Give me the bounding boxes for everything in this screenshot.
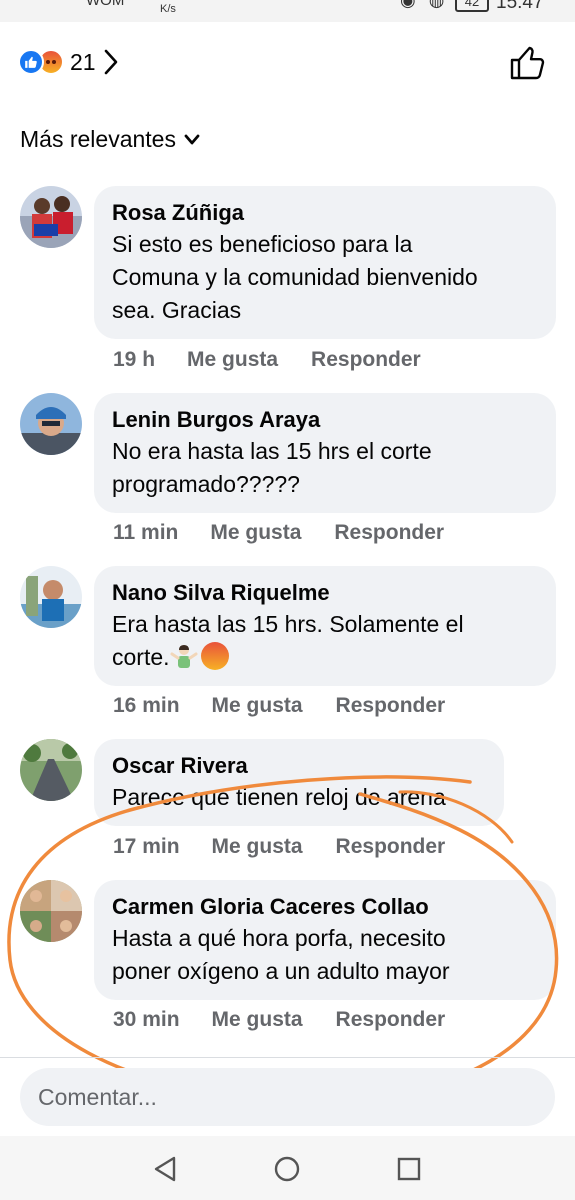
comment-actions: 16 min Me gusta Responder	[113, 694, 445, 718]
home-icon[interactable]	[272, 1154, 302, 1184]
comment-timestamp[interactable]: 11 min	[113, 521, 178, 545]
comment-actions: 30 min Me gusta Responder	[113, 1008, 445, 1032]
comment-text: Hasta a qué hora porfa, necesito poner o…	[112, 922, 538, 988]
status-bar: WOM K/s ◉ ◍ 42 15:47	[0, 0, 575, 22]
comment-line: sea. Gracias	[112, 297, 242, 323]
comment-actions: 19 h Me gusta Responder	[113, 348, 421, 372]
comment-text: Si esto es beneficioso para la Comuna y …	[112, 228, 538, 327]
comment-author[interactable]: Oscar Rivera	[112, 752, 486, 780]
divider	[0, 1057, 575, 1058]
reply-button[interactable]: Responder	[311, 348, 421, 372]
person-shrugging-icon	[170, 645, 198, 668]
comment-text: No era hasta las 15 hrs el corte program…	[112, 435, 538, 501]
like-button[interactable]: Me gusta	[187, 348, 278, 372]
sort-dropdown[interactable]: Más relevantes	[20, 126, 200, 153]
comment-line: No era hasta las 15 hrs el corte	[112, 438, 432, 464]
comment-timestamp[interactable]: 17 min	[113, 835, 180, 859]
comment-text: Era hasta las 15 hrs. Solamente el corte…	[112, 608, 538, 674]
reply-button[interactable]: Responder	[336, 694, 446, 718]
reply-button[interactable]: Responder	[336, 835, 446, 859]
comment-bubble[interactable]: Nano Silva Riquelme Era hasta las 15 hrs…	[94, 566, 556, 686]
recents-icon[interactable]	[394, 1154, 424, 1184]
like-icon	[18, 49, 44, 75]
reply-button[interactable]: Responder	[336, 1008, 446, 1032]
like-outline-button[interactable]	[508, 44, 546, 82]
navigation-bar	[0, 1136, 575, 1200]
comment-line: poner oxígeno a un adulto mayor	[112, 958, 450, 984]
chevron-right-icon	[104, 49, 117, 75]
like-button[interactable]: Me gusta	[212, 835, 303, 859]
comment-input-placeholder: Comentar...	[38, 1083, 157, 1110]
comment-actions: 17 min Me gusta Responder	[113, 835, 445, 859]
comment-timestamp[interactable]: 16 min	[113, 694, 180, 718]
avatar[interactable]	[20, 739, 82, 801]
avatar[interactable]	[20, 186, 82, 248]
carrier-label: WOM	[86, 0, 125, 9]
angry-face-icon	[200, 642, 229, 670]
network-speed: K/s	[160, 3, 176, 15]
battery-indicator: 42	[455, 0, 489, 12]
comment-actions: 11 min Me gusta Responder	[113, 521, 444, 545]
comment-author[interactable]: Rosa Zúñiga	[112, 199, 538, 227]
like-button[interactable]: Me gusta	[212, 694, 303, 718]
sort-label: Más relevantes	[20, 126, 176, 152]
reply-button[interactable]: Responder	[334, 521, 444, 545]
comment-line: programado?????	[112, 471, 300, 497]
comment-author[interactable]: Lenin Burgos Araya	[112, 406, 538, 434]
comment-line: Era hasta las 15 hrs. Solamente el	[112, 611, 464, 637]
reactions-summary[interactable]: 21	[18, 46, 120, 78]
comment-bubble[interactable]: Lenin Burgos Araya No era hasta las 15 h…	[94, 393, 556, 513]
comment-bubble[interactable]: Oscar Rivera Parece que tienen reloj de …	[94, 739, 504, 826]
comment-line: Comuna y la comunidad bienvenido	[112, 264, 478, 290]
status-icons: ◉ ◍	[400, 0, 449, 10]
comment-line: Parece que tienen reloj de arena	[112, 784, 446, 810]
comment-bubble[interactable]: Carmen Gloria Caceres Collao Hasta a qué…	[94, 880, 556, 1000]
comment-timestamp[interactable]: 19 h	[113, 348, 155, 372]
avatar[interactable]	[20, 393, 82, 455]
comment-author[interactable]: Carmen Gloria Caceres Collao	[112, 893, 538, 921]
clock: 15:47	[496, 0, 544, 13]
comment-author[interactable]: Nano Silva Riquelme	[112, 579, 538, 607]
like-button[interactable]: Me gusta	[210, 521, 301, 545]
like-button[interactable]: Me gusta	[212, 1008, 303, 1032]
comment-input[interactable]: Comentar...	[20, 1068, 555, 1126]
comment-line: Si esto es beneficioso para la	[112, 231, 413, 257]
avatar[interactable]	[20, 880, 82, 942]
comment-line-text: corte.	[112, 644, 170, 670]
comment-timestamp[interactable]: 30 min	[113, 1008, 180, 1032]
reaction-count: 21	[70, 48, 96, 75]
comment-text: Parece que tienen reloj de arena	[112, 781, 486, 814]
comment-bubble[interactable]: Rosa Zúñiga Si esto es beneficioso para …	[94, 186, 556, 339]
avatar[interactable]	[20, 566, 82, 628]
chevron-down-icon	[184, 134, 200, 144]
comment-line: Hasta a qué hora porfa, necesito	[112, 925, 446, 951]
back-icon[interactable]	[150, 1154, 180, 1184]
comment-line: corte.	[112, 641, 538, 674]
